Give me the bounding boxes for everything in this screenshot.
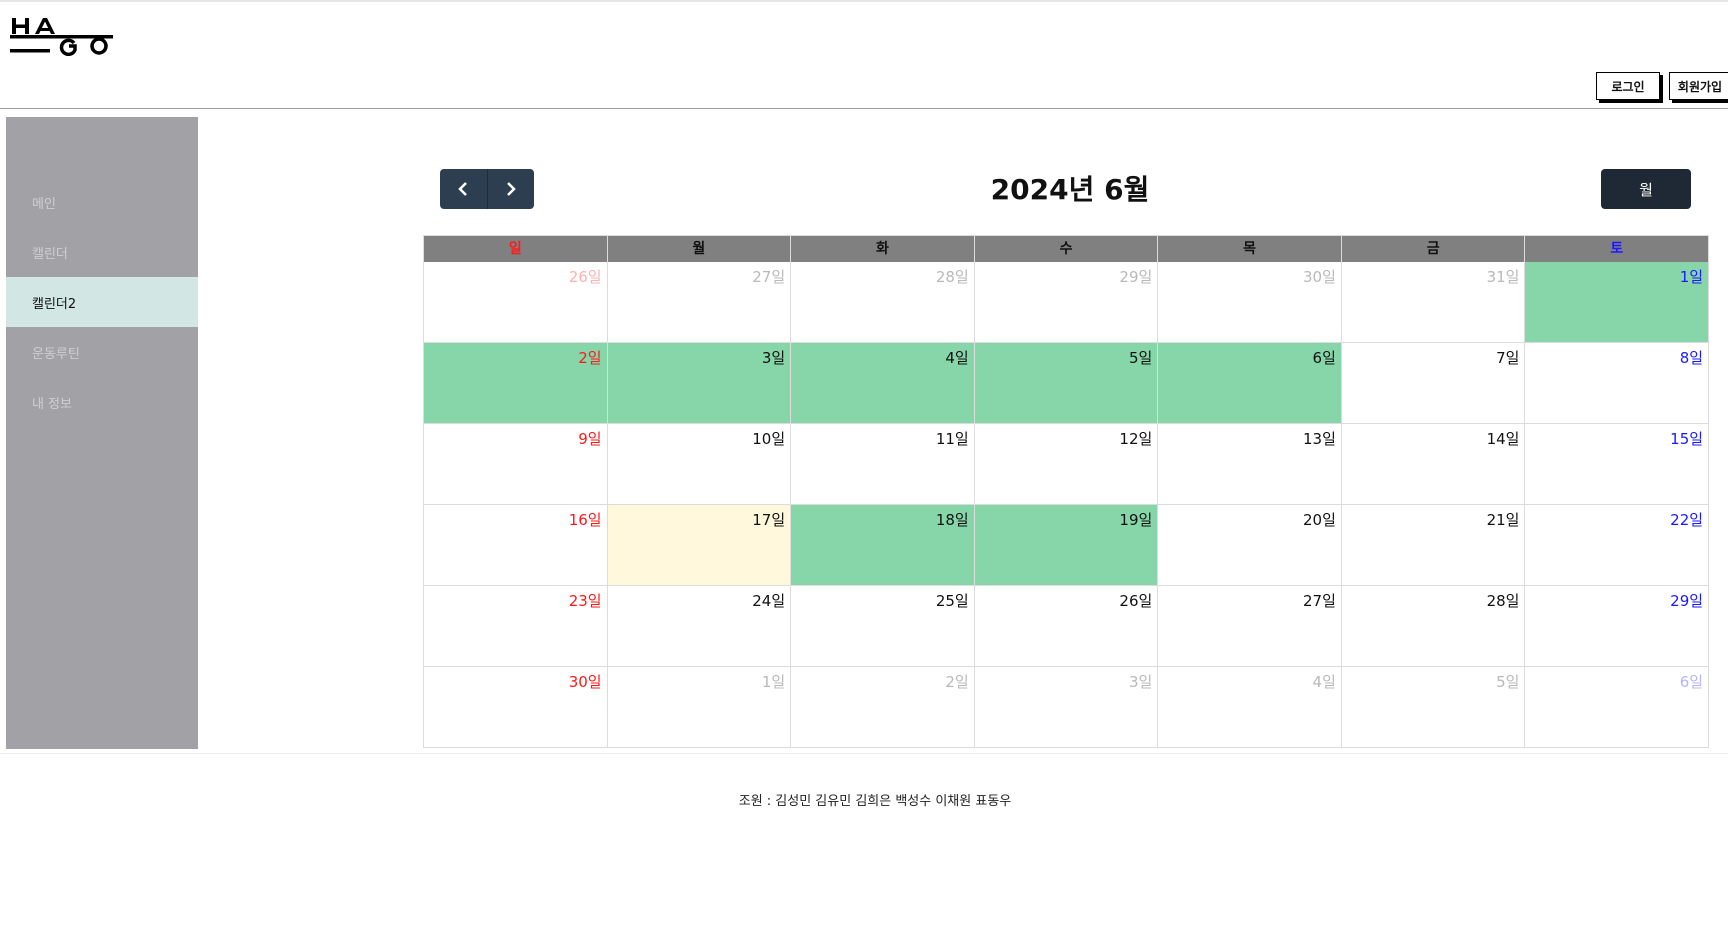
calendar-day-cell[interactable]: 31일 xyxy=(1341,262,1526,343)
calendar-day-cell[interactable]: 3일 xyxy=(607,343,792,424)
calendar-weeks: 26일 27일 28일 29일 30일 31일 1일 2일 3일 4일 5일 6일 7일 8일 9일 10일 1… xyxy=(424,262,1710,748)
calendar-day-cell[interactable]: 4일 xyxy=(1158,667,1342,748)
next-month-button[interactable] xyxy=(488,169,535,209)
calendar-week-row: 2일 3일 4일 5일 6일 7일 8일 xyxy=(424,343,1710,424)
calendar-day-cell[interactable]: 30일 xyxy=(424,667,608,748)
weekday-header: 월 xyxy=(607,236,792,262)
calendar-day-cell[interactable]: 16일 xyxy=(424,505,608,586)
calendar-day-cell[interactable]: 12일 xyxy=(974,424,1159,505)
calendar-day-cell[interactable]: 11일 xyxy=(791,424,975,505)
calendar-week-row: 23일 24일 25일 26일 27일 28일 29일 xyxy=(424,586,1710,667)
prev-month-button[interactable] xyxy=(440,169,488,209)
calendar-day-cell[interactable]: 10일 xyxy=(607,424,792,505)
calendar-day-cell[interactable]: 1일 xyxy=(607,667,792,748)
calendar-day-cell[interactable]: 8일 xyxy=(1525,343,1710,424)
calendar-day-cell[interactable]: 27일 xyxy=(607,262,792,343)
calendar-day-cell[interactable]: 25일 xyxy=(791,586,975,667)
weekday-header-row: 일 월 화 수 목 금 토 xyxy=(424,236,1710,262)
month-nav xyxy=(440,169,534,209)
weekday-header: 토 xyxy=(1525,236,1710,262)
calendar-day-cell[interactable]: 20일 xyxy=(1158,505,1342,586)
calendar-day-cell[interactable]: 28일 xyxy=(1341,586,1526,667)
calendar-day-cell[interactable]: 15일 xyxy=(1525,424,1710,505)
calendar-day-cell[interactable]: 27일 xyxy=(1158,586,1342,667)
login-button[interactable]: 로그인 xyxy=(1596,72,1660,100)
calendar-day-cell[interactable]: 29일 xyxy=(974,262,1159,343)
signup-button[interactable]: 회원가입 xyxy=(1669,72,1728,100)
calendar-day-cell[interactable]: 21일 xyxy=(1341,505,1526,586)
calendar-day-cell[interactable]: 6일 xyxy=(1525,667,1710,748)
calendar-day-cell[interactable]: 2일 xyxy=(424,343,608,424)
weekday-header: 일 xyxy=(424,236,608,262)
calendar-day-cell[interactable]: 5일 xyxy=(1341,667,1526,748)
sidebar-item-workout-routine[interactable]: 운동루틴 xyxy=(6,327,198,377)
calendar-day-cell[interactable]: 26일 xyxy=(424,262,608,343)
calendar-day-cell[interactable]: 4일 xyxy=(791,343,975,424)
calendar-week-row: 26일 27일 28일 29일 30일 31일 1일 xyxy=(424,262,1710,343)
calendar-day-cell[interactable]: 14일 xyxy=(1341,424,1526,505)
weekday-header: 수 xyxy=(974,236,1159,262)
calendar-day-cell[interactable]: 2일 xyxy=(791,667,975,748)
calendar-day-cell[interactable]: 1일 xyxy=(1525,262,1710,343)
calendar-day-cell[interactable]: 3일 xyxy=(974,667,1159,748)
calendar-title: 2024년 6월 xyxy=(990,173,1150,206)
calendar-day-cell[interactable]: 9일 xyxy=(424,424,608,505)
weekday-header: 금 xyxy=(1341,236,1526,262)
calendar-week-row: 16일 17일 18일 19일 20일 21일 22일 xyxy=(424,505,1710,586)
chevron-right-icon xyxy=(504,181,518,197)
calendar-day-cell[interactable]: 30일 xyxy=(1158,262,1342,343)
calendar-day-cell[interactable]: 6일 xyxy=(1158,343,1342,424)
sidebar-item-calendar2[interactable]: 캘린더2 xyxy=(6,277,198,327)
sidebar: 메인 캘린더 캘린더2 운동루틴 내 정보 xyxy=(6,117,198,749)
calendar-day-cell[interactable]: 7일 xyxy=(1341,343,1526,424)
calendar-grid: 일 월 화 수 목 금 토 26일 27일 28일 29일 30일 31일 1일 2일 3일 4일… xyxy=(423,235,1710,748)
month-view-button[interactable]: 월 xyxy=(1601,169,1691,209)
calendar-day-cell[interactable]: 23일 xyxy=(424,586,608,667)
calendar-day-cell[interactable]: 17일 xyxy=(607,505,792,586)
calendar-day-cell[interactable]: 26일 xyxy=(974,586,1159,667)
calendar-day-cell[interactable]: 13일 xyxy=(1158,424,1342,505)
weekday-header: 화 xyxy=(791,236,975,262)
chevron-left-icon xyxy=(456,181,470,197)
sidebar-item-my-info[interactable]: 내 정보 xyxy=(6,377,198,427)
calendar-week-row: 30일 1일 2일 3일 4일 5일 6일 xyxy=(424,667,1710,748)
weekday-header: 목 xyxy=(1158,236,1342,262)
calendar-day-cell[interactable]: 29일 xyxy=(1525,586,1710,667)
hago-logo[interactable] xyxy=(10,16,114,56)
calendar-day-cell[interactable]: 19일 xyxy=(974,505,1159,586)
sidebar-item-calendar[interactable]: 캘린더 xyxy=(6,227,198,277)
calendar-day-cell[interactable]: 24일 xyxy=(607,586,792,667)
calendar-day-cell[interactable]: 5일 xyxy=(974,343,1159,424)
calendar-week-row: 9일 10일 11일 12일 13일 14일 15일 xyxy=(424,424,1710,505)
footer-credits: 조원 : 김성민 김유민 김희은 백성수 이채원 표동우 xyxy=(738,794,1012,809)
header: 로그인 회원가입 xyxy=(0,2,1728,109)
calendar-day-cell[interactable]: 18일 xyxy=(791,505,975,586)
calendar-day-cell[interactable]: 22일 xyxy=(1525,505,1710,586)
calendar-day-cell[interactable]: 28일 xyxy=(791,262,975,343)
sidebar-item-main[interactable]: 메인 xyxy=(6,177,198,227)
footer-divider xyxy=(0,753,1728,754)
